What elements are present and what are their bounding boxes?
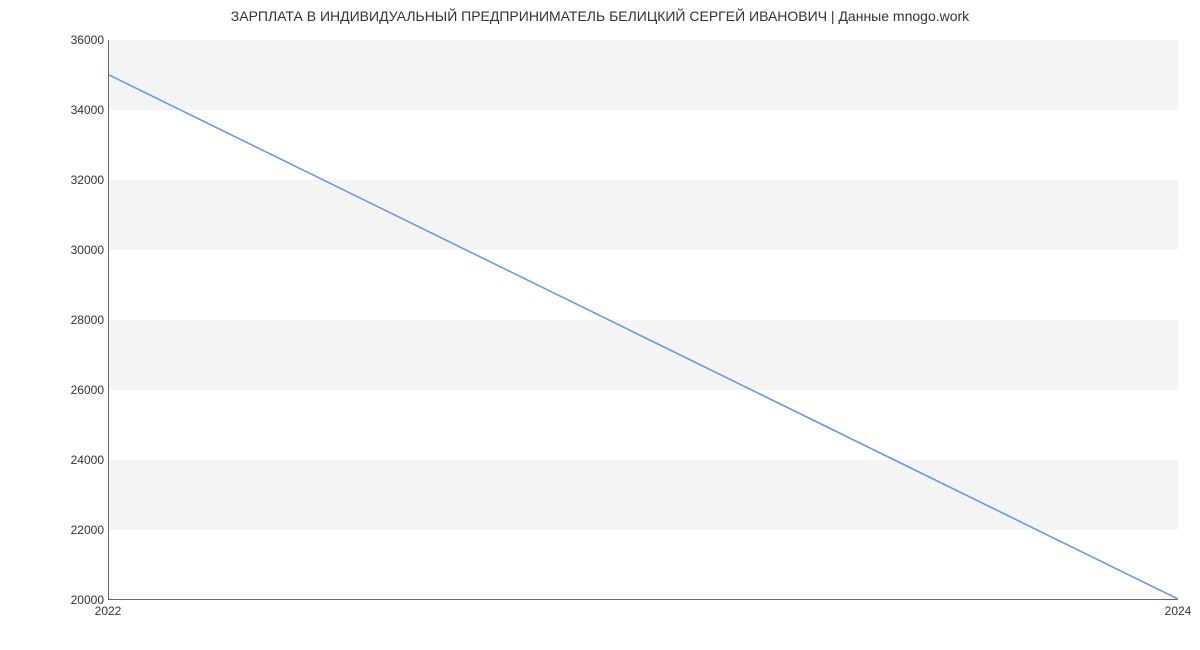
line-series	[109, 40, 1178, 599]
y-tick-label: 36000	[54, 33, 104, 47]
y-tick-label: 32000	[54, 173, 104, 187]
y-tick-label: 34000	[54, 103, 104, 117]
y-tick-label: 24000	[54, 453, 104, 467]
plot-area	[108, 40, 1178, 600]
x-tick-label: 2022	[95, 604, 122, 618]
y-tick-label: 22000	[54, 523, 104, 537]
x-tick-label: 2024	[1165, 604, 1192, 618]
y-tick-label: 30000	[54, 243, 104, 257]
chart-title: ЗАРПЛАТА В ИНДИВИДУАЛЬНЫЙ ПРЕДПРИНИМАТЕЛ…	[0, 8, 1200, 24]
y-tick-label: 28000	[54, 313, 104, 327]
y-tick-label: 26000	[54, 383, 104, 397]
chart-container: ЗАРПЛАТА В ИНДИВИДУАЛЬНЫЙ ПРЕДПРИНИМАТЕЛ…	[0, 0, 1200, 640]
